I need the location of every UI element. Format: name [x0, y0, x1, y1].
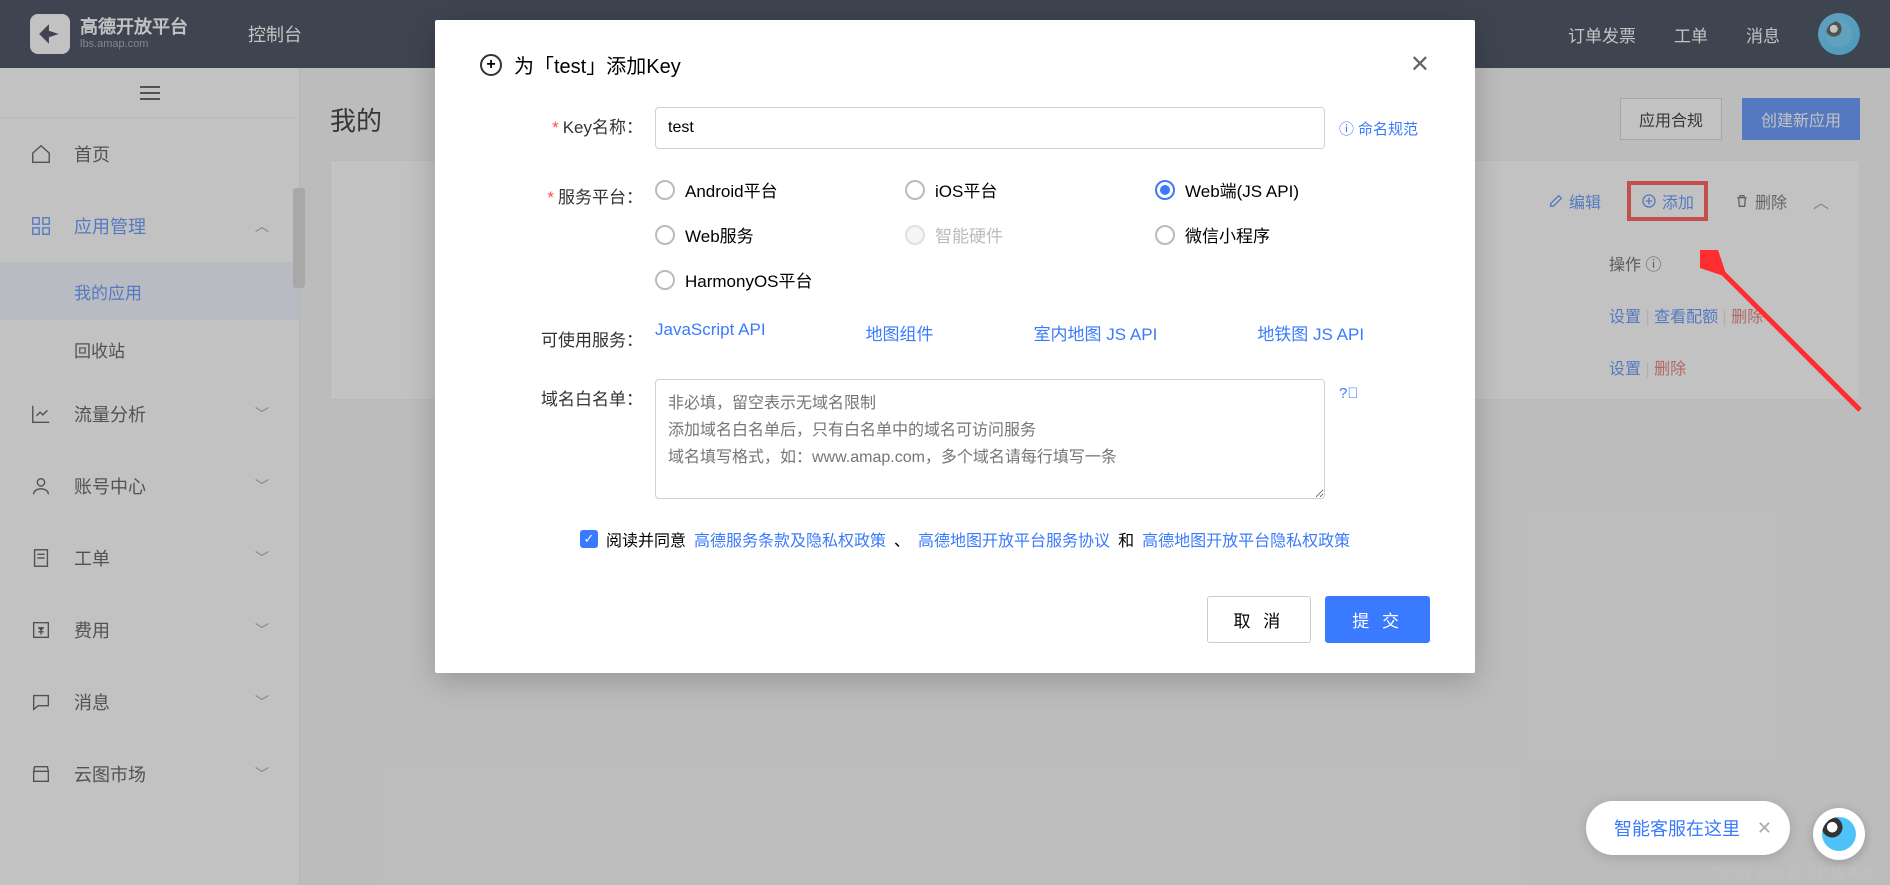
platform-radio[interactable]: HarmonyOS平台 [655, 267, 875, 292]
domain-label: 域名白名单： [541, 390, 643, 409]
service-link[interactable]: 地图组件 [866, 320, 934, 345]
radio-label: Web端(JS API) [1185, 177, 1299, 202]
radio-label: Android平台 [685, 177, 778, 202]
agree-link[interactable]: 高德地图开放平台隐私权政策 [1142, 527, 1350, 551]
platform-radio[interactable]: Android平台 [655, 177, 875, 202]
radio-icon [905, 225, 925, 245]
radio-label: 智能硬件 [935, 222, 1003, 247]
agree-checkbox[interactable]: ✓ [580, 530, 598, 548]
agree-text: 阅读并同意 [606, 527, 686, 551]
domain-textarea[interactable] [655, 379, 1325, 499]
radio-label: iOS平台 [935, 177, 997, 202]
radio-icon [655, 225, 675, 245]
modal-title: 为「test」添加Key [514, 50, 681, 79]
agree-row: ✓ 阅读并同意 高德服务条款及隐私权政策 、 高德地图开放平台服务协议 和 高德… [580, 527, 1430, 551]
svc-label: 可使用服务： [541, 331, 643, 350]
service-link[interactable]: JavaScript API [655, 320, 766, 345]
help-icon[interactable]: ?⃝ [1339, 385, 1359, 402]
radio-label: Web服务 [685, 222, 754, 247]
submit-button[interactable]: 提 交 [1325, 596, 1430, 643]
radio-label: 微信小程序 [1185, 222, 1270, 247]
radio-icon [1155, 225, 1175, 245]
radio-icon [655, 180, 675, 200]
close-icon[interactable]: ✕ [1410, 50, 1430, 79]
chat-text: 智能客服在这里 [1614, 815, 1740, 841]
key-name-input[interactable] [655, 107, 1325, 149]
radio-label: HarmonyOS平台 [685, 267, 813, 292]
naming-hint[interactable]: ⓘ命名规范 [1339, 118, 1418, 139]
radio-icon [655, 270, 675, 290]
agree-link[interactable]: 高德服务条款及隐私权政策 [694, 527, 886, 551]
radio-icon [1155, 180, 1175, 200]
plus-circle-icon: + [480, 54, 502, 76]
key-label: Key名称： [563, 118, 643, 137]
watermark: CSDN @@差点长成美女. [1709, 862, 1880, 883]
platform-radio: 智能硬件 [905, 222, 1125, 247]
platform-radio[interactable]: 微信小程序 [1155, 222, 1375, 247]
service-link[interactable]: 室内地图 JS API [1034, 320, 1158, 345]
chat-bubble[interactable]: 智能客服在这里 ✕ [1586, 801, 1790, 855]
cancel-button[interactable]: 取 消 [1207, 596, 1312, 643]
platform-radio[interactable]: iOS平台 [905, 177, 1125, 202]
radio-icon [905, 180, 925, 200]
info-icon: ⓘ [1339, 118, 1354, 139]
close-icon[interactable]: ✕ [1757, 818, 1772, 839]
platform-radio[interactable]: Web服务 [655, 222, 875, 247]
service-link[interactable]: 地铁图 JS API [1257, 320, 1364, 345]
platform-label: 服务平台： [558, 188, 643, 207]
add-key-modal: + 为「test」添加Key ✕ *Key名称： ⓘ命名规范 *服务平台： An… [435, 20, 1475, 673]
agree-link[interactable]: 高德地图开放平台服务协议 [918, 527, 1110, 551]
chat-fab[interactable] [1813, 808, 1865, 860]
platform-radio[interactable]: Web端(JS API) [1155, 177, 1375, 202]
